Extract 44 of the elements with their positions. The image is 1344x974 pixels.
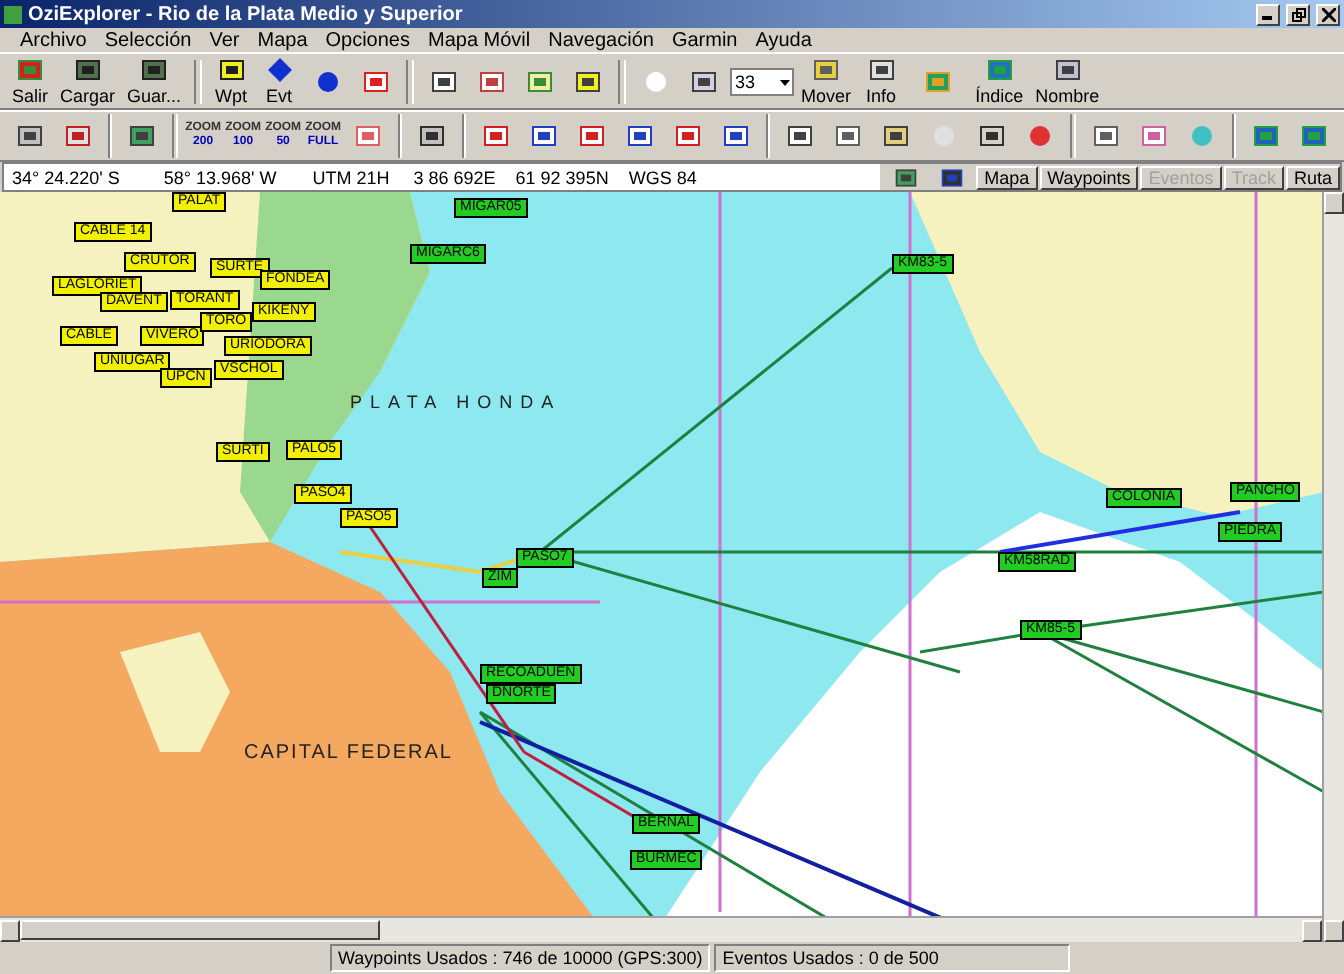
- menu-item[interactable]: Ver: [209, 29, 240, 51]
- window-title: OziExplorer - Rio de la Plata Medio y Superior: [28, 3, 465, 25]
- restore-icon: [1291, 7, 1305, 21]
- restore-button[interactable]: [1286, 3, 1310, 25]
- coordinate-text: UTM 21H: [312, 167, 390, 187]
- panel-tab[interactable]: Ruta: [1285, 165, 1340, 189]
- toolbar-button[interactable]: Evt: [257, 55, 302, 107]
- coordinate-text: 34° 24.220' S: [12, 167, 120, 187]
- toolbar-button[interactable]: Nombre: [1031, 55, 1104, 107]
- rectangle-icon: [477, 67, 506, 95]
- coordinate-text: WGS 84: [628, 167, 697, 187]
- menu-item[interactable]: Ayuda: [755, 29, 812, 51]
- menu-item[interactable]: Garmin: [671, 29, 738, 51]
- panel-tab[interactable]: Mapa: [976, 165, 1038, 189]
- park-area: [120, 632, 230, 752]
- status-text: Waypoints Usados : 746 de 10000 (GPS:300): [330, 944, 711, 972]
- minimize-button[interactable]: [1256, 3, 1280, 25]
- menu-item[interactable]: Opciones: [325, 29, 410, 51]
- toolbar-button[interactable]: Cargar: [56, 55, 120, 107]
- coordinate-text: 61 92 395N: [515, 167, 609, 187]
- toolbar-button[interactable]: Índice: [971, 55, 1028, 107]
- close-button[interactable]: [1316, 3, 1340, 25]
- vertical-scrollbar[interactable]: [1322, 192, 1344, 942]
- panel-tab[interactable]: Waypoints: [1039, 165, 1139, 189]
- close-icon: [1321, 7, 1335, 21]
- menu-item[interactable]: Selección: [104, 29, 192, 51]
- toolbar-button[interactable]: Salir: [8, 55, 53, 107]
- menu-item[interactable]: Mapa Móvil: [428, 29, 531, 51]
- menu-item[interactable]: Mapa: [257, 29, 308, 51]
- horizontal-scrollbar[interactable]: [0, 916, 1322, 942]
- coordinate-text: 58° 13.968' W: [163, 167, 277, 187]
- map-label: PLATA HONDA: [350, 392, 562, 412]
- status-text: Eventos Usados : 0 de 500: [714, 944, 1071, 972]
- menu-item[interactable]: Navegación: [548, 29, 654, 51]
- scale-dropdown[interactable]: 33: [729, 67, 794, 95]
- menu-item[interactable]: Archivo: [20, 29, 87, 51]
- app-icon: [4, 5, 22, 23]
- toolbar-button[interactable]: Info: [859, 55, 904, 107]
- toolbar-button[interactable]: Mover: [797, 55, 856, 107]
- toolbar-button[interactable]: Guar...: [123, 55, 186, 107]
- rectangle-icon: [429, 67, 458, 95]
- coordinate-text: 3 86 692E: [413, 167, 496, 187]
- map-label: CAPITAL FEDERAL: [244, 742, 453, 764]
- toolbar-button[interactable]: Wpt: [209, 55, 254, 107]
